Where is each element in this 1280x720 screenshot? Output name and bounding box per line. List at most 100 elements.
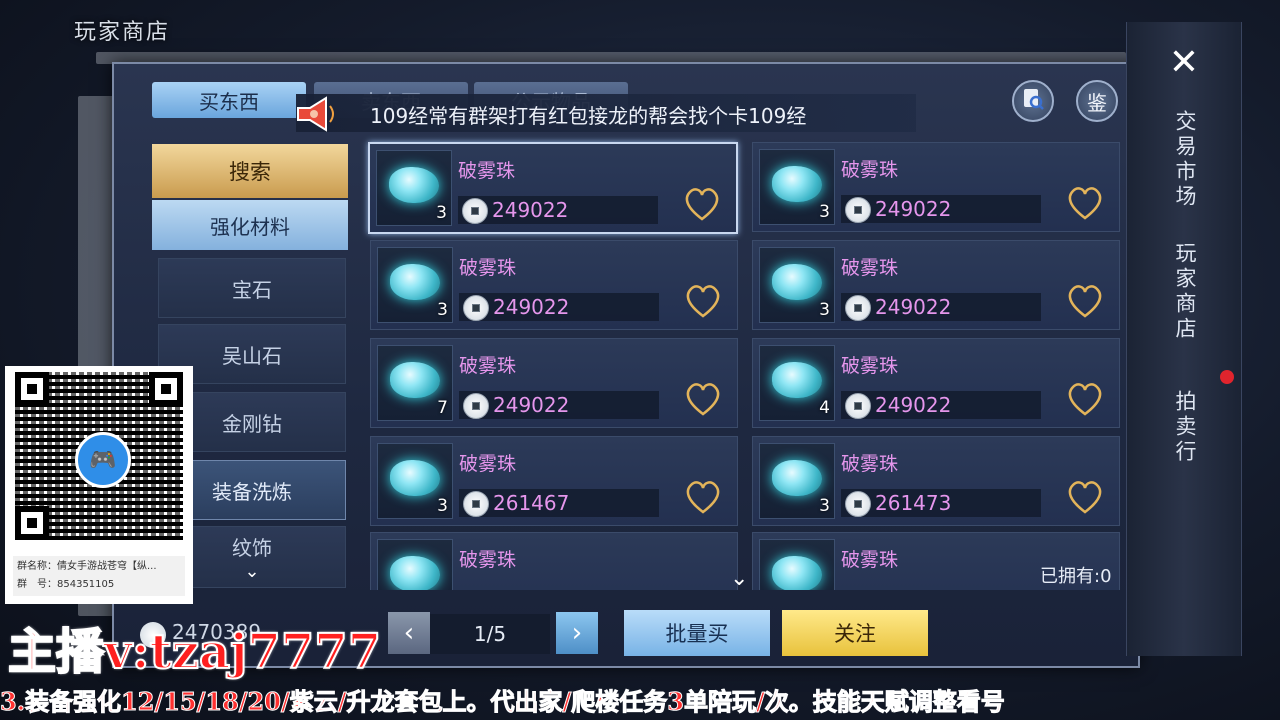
- heart-icon[interactable]: [683, 479, 723, 515]
- qr-finder: [149, 372, 183, 406]
- item-quantity: 3: [819, 300, 830, 320]
- tab-buy[interactable]: 买东西: [152, 82, 306, 118]
- search-button[interactable]: 搜索: [152, 144, 348, 198]
- item-thumbnail: 3: [377, 443, 453, 519]
- close-icon[interactable]: ✕: [1162, 40, 1206, 84]
- sidebar-item-label: 宝石: [232, 277, 272, 302]
- item-card[interactable]: 4 破雾珠 249022: [752, 338, 1120, 428]
- coin-icon: [845, 295, 871, 321]
- item-name: 破雾珠: [841, 355, 899, 377]
- sidebar-item-label: 强化材料: [210, 214, 290, 239]
- sidebar-item-label: 纹饰: [232, 536, 272, 560]
- item-price: 261467: [493, 491, 570, 515]
- item-quantity: 3: [437, 496, 448, 516]
- next-page-button[interactable]: ›: [556, 612, 598, 654]
- gem-icon: [772, 556, 822, 590]
- qr-group-info: 群名称：倩女手游战苍穹【纵... 群 号：854351105: [13, 556, 185, 596]
- item-quantity: 3: [437, 300, 448, 320]
- streamer-contact: 主播v:tzaj7777: [7, 623, 382, 681]
- gem-icon: [390, 460, 440, 496]
- qr-group-number: 群 号：854351105: [17, 579, 115, 590]
- item-quantity: 3: [819, 496, 830, 516]
- coin-icon: [845, 393, 871, 419]
- item-thumbnail: 3: [759, 247, 835, 323]
- item-card[interactable]: 3 破雾珠 261467: [370, 436, 738, 526]
- coin-icon: [463, 295, 489, 321]
- item-price: 249022: [493, 295, 570, 319]
- item-card[interactable]: 7 破雾珠 249022: [370, 338, 738, 428]
- gem-icon: [390, 264, 440, 300]
- item-card[interactable]: 3 破雾珠 249022: [752, 142, 1120, 232]
- tab-label: 买东西: [199, 89, 259, 114]
- heart-icon[interactable]: [683, 283, 723, 319]
- heart-icon[interactable]: [682, 186, 722, 222]
- item-price: 249022: [492, 198, 569, 222]
- appraise-button[interactable]: 鉴: [1076, 80, 1118, 122]
- sidebar-item-gems[interactable]: 宝石: [158, 258, 346, 318]
- bulk-buy-button[interactable]: 批量买: [624, 610, 770, 656]
- chevron-down-icon: ⌄: [244, 561, 260, 582]
- heart-icon[interactable]: [1065, 479, 1105, 515]
- item-card[interactable]: 破雾珠: [370, 532, 738, 590]
- gamepad-icon: 🎮: [75, 432, 131, 488]
- qr-finder: [15, 506, 49, 540]
- prev-page-button[interactable]: ‹: [388, 612, 430, 654]
- item-thumbnail: [759, 539, 835, 590]
- gem-icon: [772, 460, 822, 496]
- sidebar-item-label: 金刚钻: [222, 411, 282, 436]
- item-name: 破雾珠: [459, 549, 517, 571]
- heart-icon[interactable]: [683, 381, 723, 417]
- item-name: 破雾珠: [841, 453, 899, 475]
- gem-icon: [772, 362, 822, 398]
- sidebar-item-strengthen-materials[interactable]: 强化材料: [152, 200, 348, 250]
- item-card[interactable]: 3 破雾珠 261473: [752, 436, 1120, 526]
- item-price: 261473: [875, 491, 952, 515]
- scrolling-ticker: 3.装备强化12/15/18/20/紫云/升龙套包上。代出家/爬楼任务3单陪玩/…: [0, 687, 1005, 717]
- chevron-left-icon: ‹: [403, 618, 415, 648]
- detail-button[interactable]: [1012, 80, 1054, 122]
- sidebar-item-label: 装备洗炼: [212, 479, 292, 504]
- sidebar-item-label: 吴山石: [222, 343, 282, 368]
- item-name: 破雾珠: [841, 549, 899, 571]
- item-quantity: 4: [819, 398, 830, 418]
- gem-icon: [390, 556, 440, 590]
- chevron-right-icon: ›: [571, 618, 583, 648]
- follow-button[interactable]: 关注: [782, 610, 928, 656]
- nav-auction-house[interactable]: 拍卖行: [1170, 390, 1200, 465]
- follow-label: 关注: [834, 622, 876, 646]
- coin-icon: [463, 491, 489, 517]
- item-price: 249022: [875, 295, 952, 319]
- gem-icon: [772, 264, 822, 300]
- item-quantity: 3: [436, 203, 447, 223]
- item-thumbnail: 3: [759, 443, 835, 519]
- qr-group-name: 群名称：倩女手游战苍穹【纵...: [17, 561, 157, 572]
- gem-icon: [389, 167, 439, 203]
- heart-icon[interactable]: [1065, 381, 1105, 417]
- item-name: 破雾珠: [841, 159, 899, 181]
- nav-trade-market[interactable]: 交易市场: [1170, 110, 1200, 210]
- coin-icon: [845, 197, 871, 223]
- item-price: 249022: [875, 393, 952, 417]
- item-name: 破雾珠: [459, 355, 517, 377]
- gem-icon: [390, 362, 440, 398]
- item-card[interactable]: 3 破雾珠 249022: [368, 142, 738, 234]
- item-card[interactable]: 3 破雾珠 249022: [752, 240, 1120, 330]
- magnifier-doc-icon: [1021, 87, 1045, 116]
- item-quantity: 7: [437, 398, 448, 418]
- chevron-down-icon[interactable]: ⌄: [730, 566, 748, 591]
- coin-icon: [845, 491, 871, 517]
- appraise-label: 鉴: [1087, 90, 1107, 115]
- item-name: 破雾珠: [458, 160, 516, 182]
- nav-player-shop[interactable]: 玩家商店: [1170, 242, 1200, 342]
- item-name: 破雾珠: [841, 257, 899, 279]
- item-thumbnail: 3: [376, 150, 452, 226]
- heart-icon[interactable]: [1065, 185, 1105, 221]
- item-quantity: 3: [819, 202, 830, 222]
- coin-icon: [463, 393, 489, 419]
- heart-icon[interactable]: [1065, 283, 1105, 319]
- item-card[interactable]: 3 破雾珠 249022: [370, 240, 738, 330]
- item-name: 破雾珠: [459, 257, 517, 279]
- notification-dot: [1220, 370, 1234, 384]
- search-label: 搜索: [229, 160, 271, 184]
- qr-code-card: 🎮 群名称：倩女手游战苍穹【纵... 群 号：854351105: [5, 366, 193, 604]
